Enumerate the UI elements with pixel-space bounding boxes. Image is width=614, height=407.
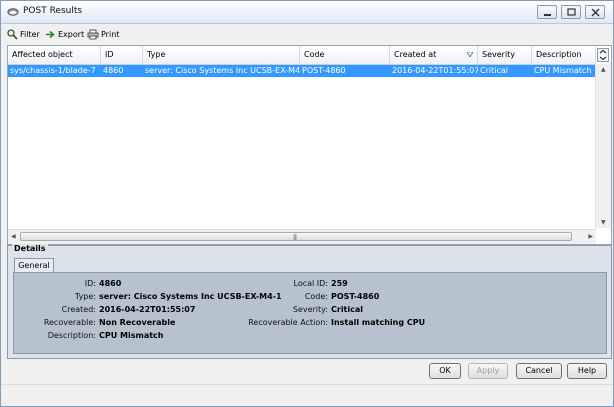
scroll-grip-icon: ||| (293, 234, 297, 241)
column-header-type[interactable]: Type (143, 46, 300, 64)
column-header-code[interactable]: Code (300, 46, 390, 64)
cell-affected-object: sys/chassis-1/blade-7 (10, 66, 96, 75)
table-header: Affected object ID Type Code Created at … (8, 46, 596, 65)
code-label: Code: (304, 292, 328, 301)
cell-created-at: 2016-04-22T01:55:07 (392, 66, 478, 75)
filter-label: Filter (20, 29, 40, 39)
window-title: POST Results (23, 6, 83, 16)
post-results-table: Affected object ID Type Code Created at … (7, 45, 612, 245)
tab-general[interactable]: General (14, 258, 54, 272)
cell-type: server: Cisco Systems Inc UCSB-EX-M4-1 (145, 66, 300, 75)
severity-value: Critical (331, 305, 364, 314)
cell-code: POST-4860 (302, 66, 346, 75)
close-icon (591, 8, 600, 17)
column-header-severity[interactable]: Severity (478, 46, 532, 64)
printer-icon (87, 29, 99, 39)
print-button[interactable]: Print (87, 27, 119, 41)
recoverable-action-value: Install matching CPU (331, 318, 426, 327)
title-bar[interactable]: POST Results (1, 1, 613, 24)
close-window-button[interactable] (585, 5, 605, 19)
maximize-button[interactable] (561, 5, 581, 19)
recoverable-value: Non Recoverable (99, 318, 176, 327)
cell-id: 4860 (103, 66, 124, 75)
scroll-down-icon[interactable]: ▼ (601, 219, 606, 226)
description-label: Description: (47, 331, 96, 340)
scroll-right-icon[interactable]: ▶ (588, 233, 593, 240)
scroll-up-icon[interactable]: ▲ (601, 66, 606, 73)
export-label: Export (58, 29, 85, 39)
export-button[interactable]: Export (45, 27, 84, 41)
id-label: ID: (84, 279, 96, 288)
minimize-icon (544, 14, 551, 16)
ok-button[interactable]: OK (429, 363, 461, 379)
created-at-header-label: Created at (394, 50, 437, 59)
filter-icon (7, 28, 18, 40)
scroll-left-icon[interactable]: ◀ (11, 233, 16, 240)
details-group: Details General ID: 4860 Type: server: C… (7, 244, 612, 359)
help-button[interactable]: Help (567, 363, 607, 379)
code-value: POST-4860 (331, 292, 380, 301)
created-label: Created: (61, 305, 96, 314)
recoverable-label: Recoverable: (43, 318, 96, 327)
apply-button[interactable]: Apply (468, 363, 508, 379)
horizontal-scrollbar[interactable]: ◀ ||| ▶ (8, 229, 596, 244)
status-bar (1, 384, 613, 406)
print-label: Print (101, 29, 120, 39)
cell-severity: Critical (480, 66, 508, 75)
column-header-description[interactable]: Description (532, 46, 596, 64)
minimize-button[interactable] (537, 5, 557, 19)
recoverable-action-label: Recoverable Action: (248, 318, 328, 327)
type-label: Type: (74, 292, 96, 301)
column-chooser-button[interactable] (597, 48, 609, 62)
horizontal-scroll-thumb[interactable]: ||| (20, 232, 572, 241)
created-value: 2016-04-22T01:55:07 (99, 305, 196, 314)
cancel-button[interactable]: Cancel (516, 363, 562, 379)
post-results-window: POST Results Filter Export Print Affecte… (0, 0, 614, 407)
column-chooser-icon (599, 50, 607, 60)
general-panel: ID: 4860 Type: server: Cisco Systems Inc… (13, 272, 607, 354)
details-legend: Details (12, 244, 48, 253)
toolbar: Filter Export Print (1, 25, 613, 43)
type-value: server: Cisco Systems Inc UCSB-EX-M4-1 (99, 292, 282, 301)
cell-description: CPU Mismatch (534, 66, 592, 75)
local-id-label: Local ID: (293, 279, 329, 288)
column-header-created-at[interactable]: Created at (390, 46, 478, 64)
description-value: CPU Mismatch (99, 331, 164, 340)
id-value: 4860 (99, 279, 122, 288)
filter-button[interactable]: Filter (7, 27, 40, 41)
severity-label: Severity: (292, 305, 328, 314)
column-header-id[interactable]: ID (101, 46, 143, 64)
maximize-icon (567, 8, 576, 16)
vertical-scrollbar[interactable]: ▲ ▼ (595, 64, 611, 228)
sort-descending-icon (467, 52, 473, 57)
column-header-affected-object[interactable]: Affected object (8, 46, 101, 64)
table-row[interactable]: sys/chassis-1/blade-7 4860 server: Cisco… (8, 65, 596, 77)
cisco-icon (7, 8, 19, 16)
export-arrow-icon (46, 30, 55, 38)
local-id-value: 259 (331, 279, 348, 288)
